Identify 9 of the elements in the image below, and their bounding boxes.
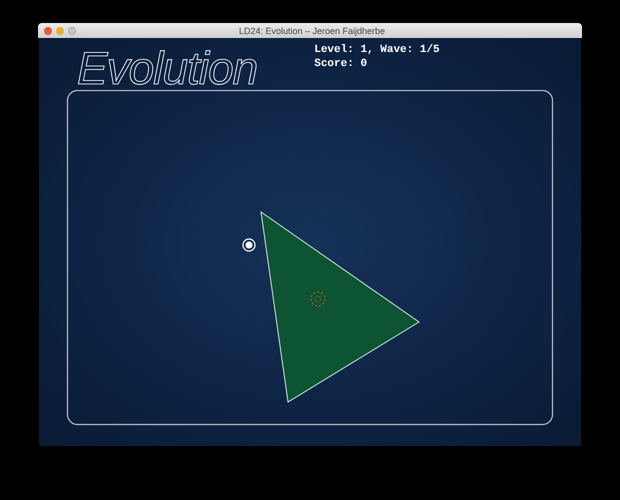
zoom-icon[interactable] bbox=[68, 26, 76, 34]
minimize-icon[interactable] bbox=[56, 26, 64, 34]
window-title: LD24: Evolution – Jeroen Faijdherbe bbox=[238, 26, 386, 36]
hud-text: Score: 0 bbox=[314, 58, 368, 70]
player-icon bbox=[242, 238, 256, 252]
close-icon[interactable] bbox=[44, 26, 52, 34]
target-icon bbox=[310, 292, 326, 306]
game-title: Evolution bbox=[77, 42, 258, 94]
hud-text: Level: 1, Wave: 1/5 bbox=[314, 44, 440, 56]
